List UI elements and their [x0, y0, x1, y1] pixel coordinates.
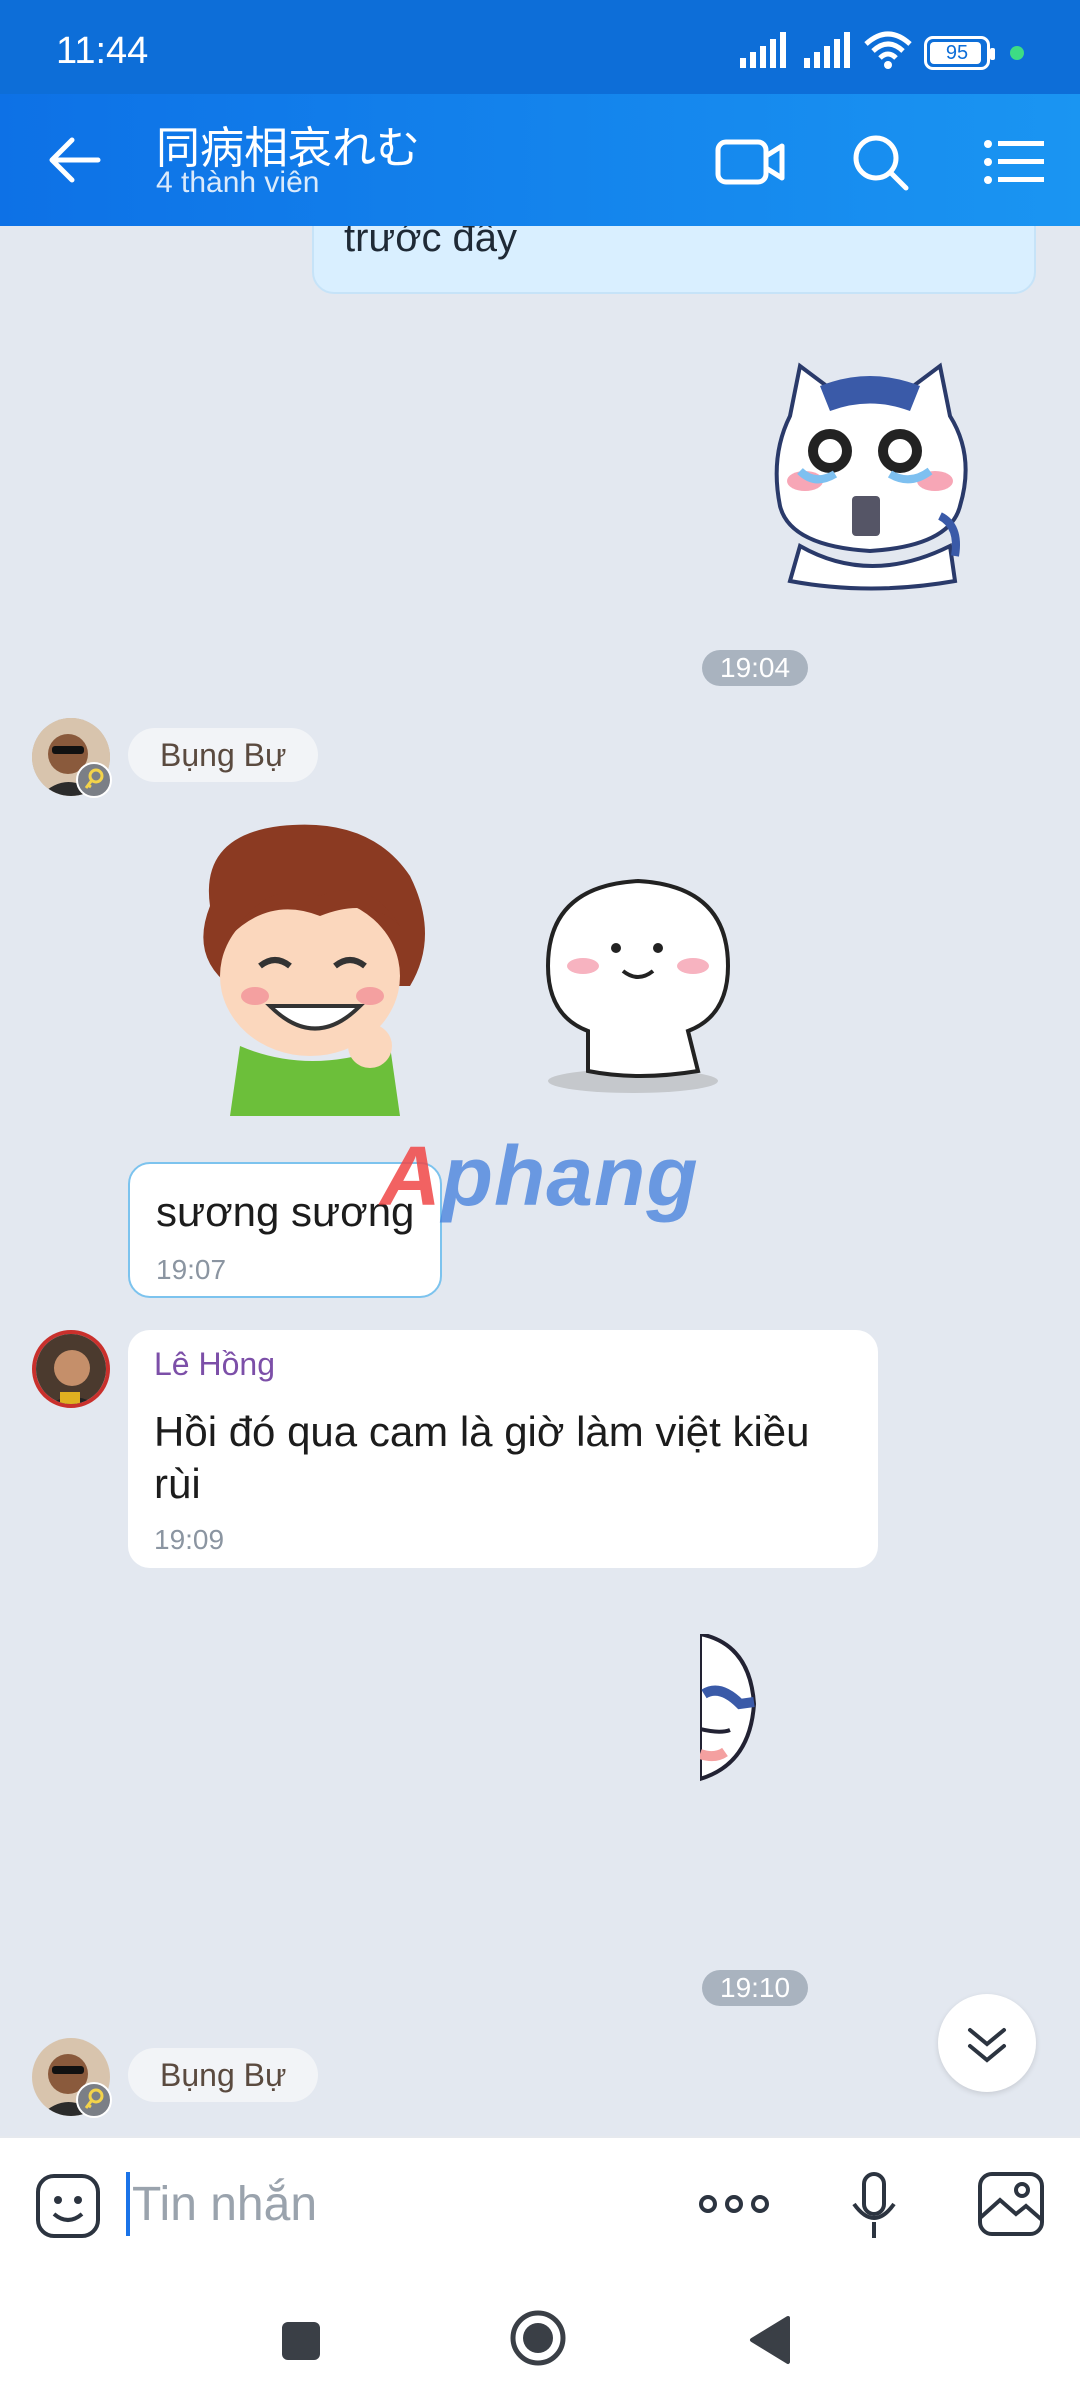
- key-badge-icon: [76, 762, 112, 798]
- cell-signal-icon: [740, 32, 786, 68]
- text-cursor: [126, 2172, 130, 2236]
- battery-level: 95: [945, 42, 969, 64]
- watermark-logo: Aphang: [380, 1129, 699, 1223]
- message-time: 19:07: [156, 1254, 227, 1285]
- white-blob-sticker[interactable]: [528, 866, 748, 1096]
- system-nav-bar: [0, 2270, 1080, 2400]
- image-gallery-icon[interactable]: [976, 2170, 1046, 2238]
- scroll-to-bottom-button[interactable]: [938, 1994, 1036, 2092]
- key-badge-icon: [76, 2082, 112, 2118]
- grinning-boy-sticker[interactable]: [170, 816, 440, 1116]
- partial-sticker[interactable]: [700, 1634, 760, 1784]
- status-time: 11:44: [56, 30, 149, 72]
- more-options-icon[interactable]: [698, 2184, 770, 2224]
- chat-header: 同病相哀れむ 4 thành viên: [0, 94, 1080, 226]
- back-triangle-icon[interactable]: [748, 2314, 792, 2366]
- message-composer: [0, 2136, 1080, 2270]
- sender-name[interactable]: Lê Hồng: [154, 1346, 275, 1383]
- status-bar: 11:44 95: [0, 0, 1080, 94]
- wifi-icon: [864, 31, 912, 69]
- double-chevron-down-icon: [968, 2028, 1006, 2063]
- message-time: 19:09: [154, 1524, 225, 1555]
- message-bubble-partial[interactable]: trước đây: [312, 226, 1036, 294]
- message-text: sương sương: [156, 1188, 415, 1235]
- sender-name-pill[interactable]: Bụng Bự: [128, 728, 319, 782]
- message-text: trước đây: [344, 226, 518, 260]
- privacy-dot-icon: [1010, 46, 1024, 60]
- home-icon[interactable]: [508, 2308, 568, 2368]
- sender-name-pill[interactable]: Bụng Bự: [128, 2048, 319, 2102]
- member-count[interactable]: 4 thành viên: [156, 166, 319, 200]
- time-divider: 19:04: [702, 650, 809, 686]
- recent-apps-icon[interactable]: [278, 2318, 324, 2364]
- battery-icon: 95: [924, 36, 995, 70]
- message-input[interactable]: [132, 2162, 652, 2246]
- microphone-icon[interactable]: [846, 2170, 902, 2242]
- video-call-icon[interactable]: [712, 124, 788, 200]
- message-text: Hồi đó qua cam là giờ làm việt kiều rùi: [154, 1408, 810, 1507]
- avatar-image: [36, 1334, 106, 1404]
- time-divider: 19:10: [702, 1970, 809, 2006]
- menu-list-icon[interactable]: [976, 124, 1052, 200]
- message-bubble[interactable]: Lê Hồng Hồi đó qua cam là giờ làm việt k…: [128, 1330, 878, 1568]
- cell-signal-2-icon: [804, 32, 850, 68]
- avatar[interactable]: [32, 1330, 110, 1408]
- back-arrow-icon[interactable]: [44, 130, 104, 190]
- search-icon[interactable]: [842, 124, 918, 200]
- cat-sticker[interactable]: [760, 356, 980, 596]
- emoji-icon[interactable]: [34, 2172, 102, 2240]
